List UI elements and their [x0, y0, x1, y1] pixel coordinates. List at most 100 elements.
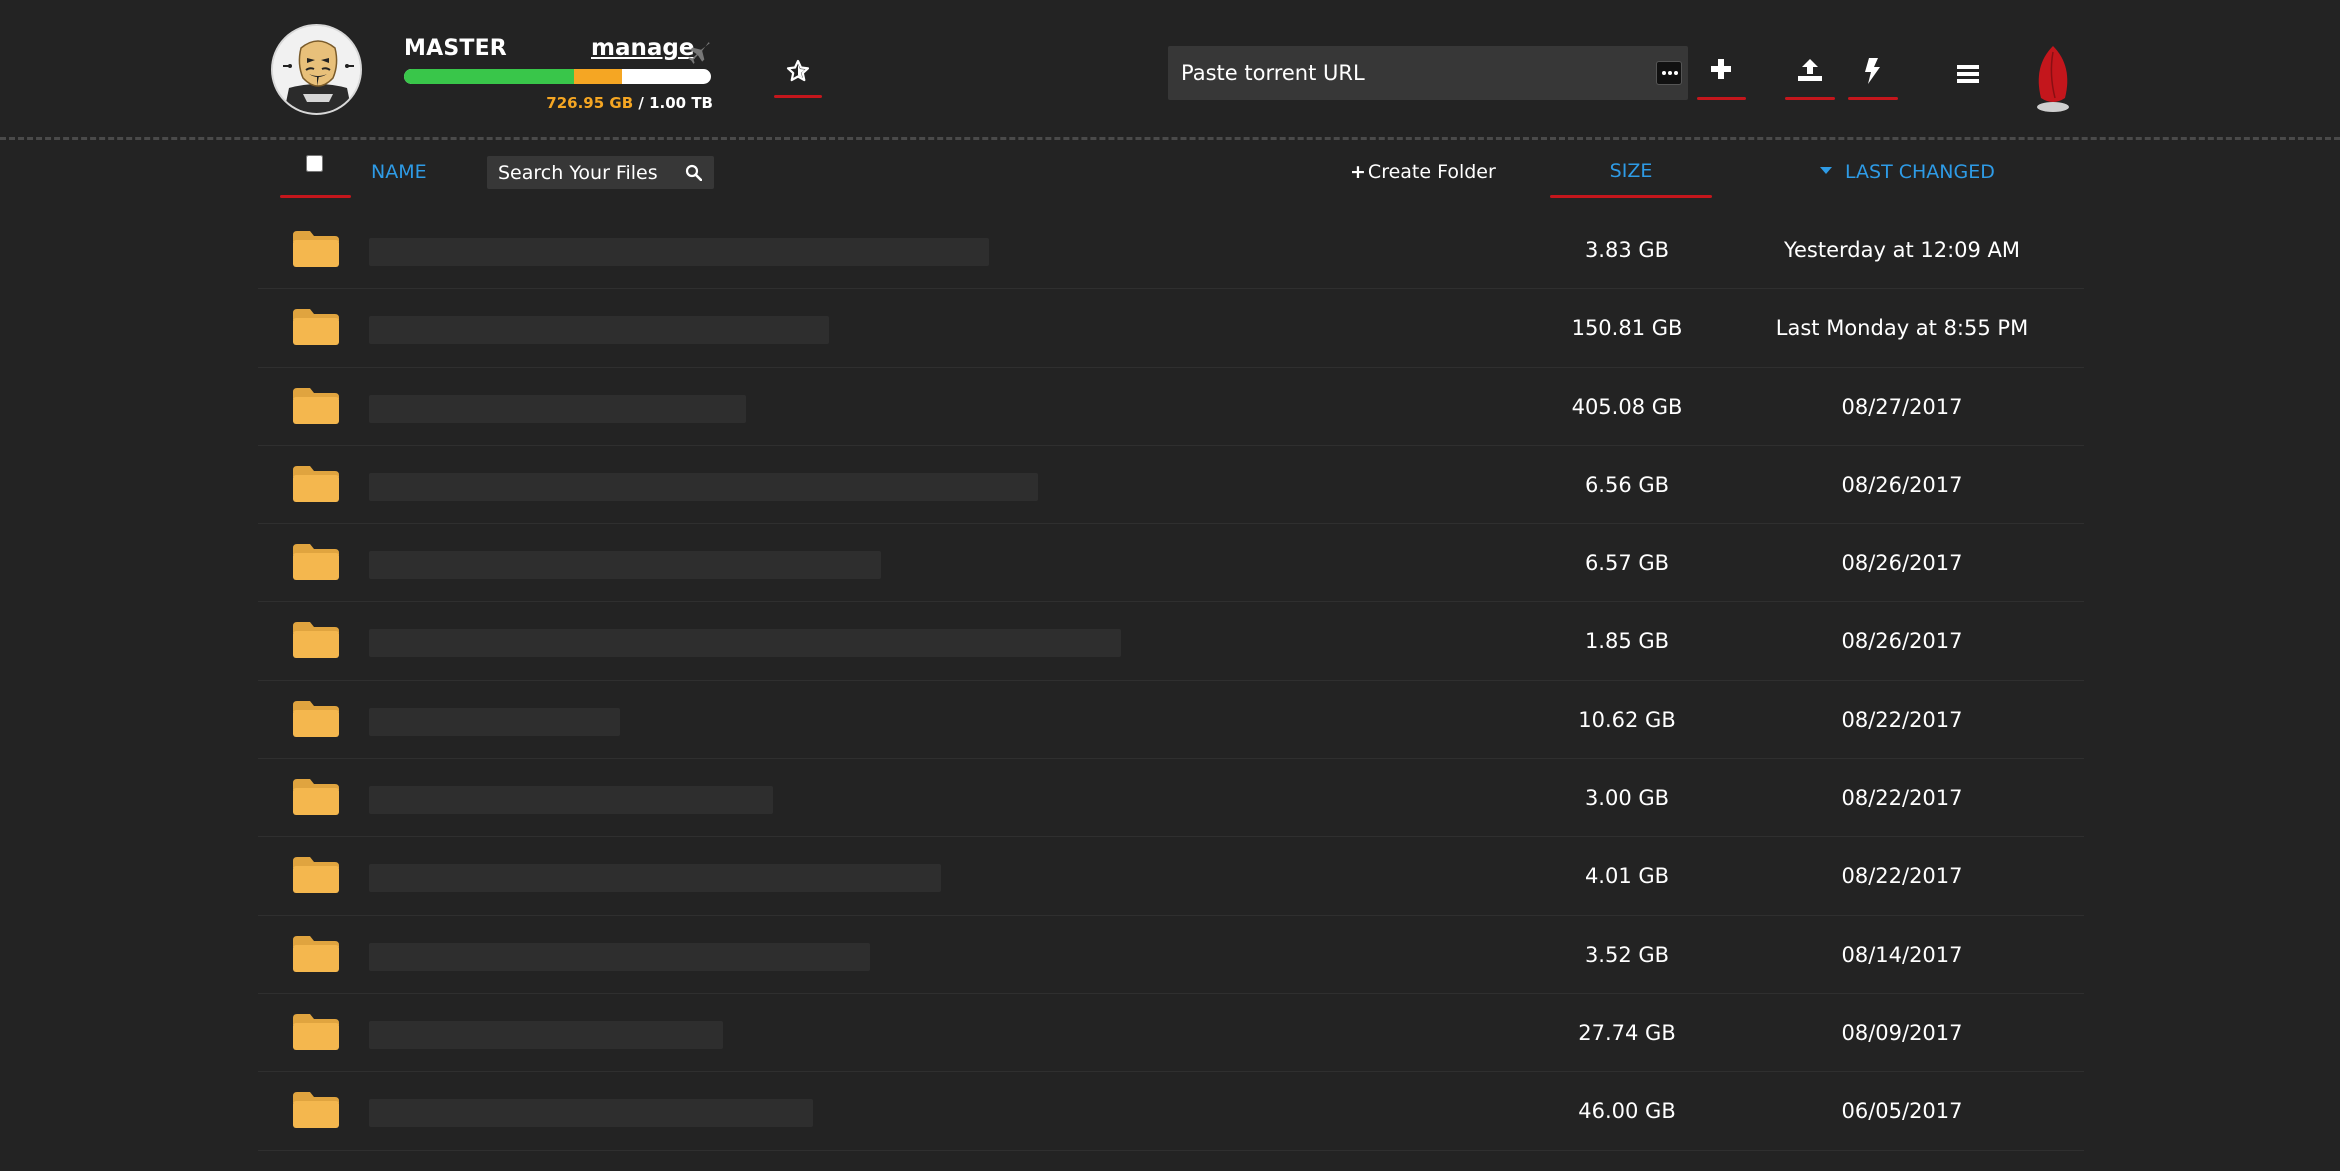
folder-icon	[293, 935, 339, 972]
top-header: MASTER manage 726.95 GB / 1.00 TB	[0, 0, 2340, 138]
folder-icon	[293, 544, 339, 581]
storage-quota-text: 726.95 GB / 1.00 TB	[404, 94, 713, 112]
quota-separator: /	[638, 94, 644, 112]
folder-icon	[293, 1092, 339, 1129]
upload-icon	[1798, 59, 1822, 81]
redacted-file-name[interactable]	[369, 942, 870, 971]
folder-icon	[293, 700, 339, 737]
file-row[interactable]: 3.52 GB 08/14/2017	[258, 916, 2084, 994]
quota-total: 1.00 TB	[649, 94, 713, 112]
plus-icon	[1711, 59, 1731, 79]
quota-used: 726.95 GB	[546, 94, 634, 112]
redacted-file-name[interactable]	[369, 864, 941, 893]
redacted-file-name[interactable]	[369, 1020, 723, 1049]
file-row[interactable]: 6.56 GB 08/26/2017	[258, 446, 2084, 525]
file-row[interactable]: 4.01 GB 08/22/2017	[258, 837, 2084, 916]
size-column-label: SIZE	[1609, 160, 1653, 182]
file-size: 3.83 GB	[1584, 238, 1670, 262]
select-all-checkbox[interactable]	[306, 155, 323, 172]
file-last-changed: 08/22/2017	[1841, 864, 1963, 889]
plus-icon: +	[1350, 161, 1366, 183]
add-torrent-button[interactable]	[1697, 46, 1746, 100]
file-row[interactable]: 3.83 GB Yesterday at 12:09 AM	[258, 211, 2084, 290]
file-last-changed: Yesterday at 12:09 AM	[1783, 238, 2021, 262]
file-last-changed: 08/22/2017	[1841, 707, 1963, 732]
file-search-box	[487, 156, 714, 189]
redacted-file-name[interactable]	[369, 1099, 813, 1128]
star-icon	[786, 59, 810, 82]
redacted-file-name[interactable]	[369, 394, 746, 423]
file-size: 3.00 GB	[1584, 786, 1670, 811]
folder-icon	[293, 622, 339, 659]
torrent-url-box	[1168, 46, 1688, 100]
file-row[interactable]: 46.00 GB 06/05/2017	[258, 1072, 2084, 1151]
quota-bar-green-segment	[404, 69, 574, 84]
file-size: 405.08 GB	[1571, 394, 1683, 419]
storage-quota-bar	[404, 69, 711, 84]
quota-bar-orange-segment	[573, 69, 622, 84]
create-folder-label: Create Folder	[1367, 161, 1496, 183]
select-all-cell	[280, 148, 351, 198]
file-size: 10.62 GB	[1578, 707, 1676, 732]
redacted-file-name[interactable]	[369, 238, 989, 266]
redacted-file-name[interactable]	[369, 786, 773, 815]
upload-button[interactable]	[1785, 46, 1835, 100]
file-size: 150.81 GB	[1571, 316, 1683, 341]
sort-by-name[interactable]: NAME	[371, 161, 427, 183]
file-size: 6.56 GB	[1584, 472, 1670, 497]
redacted-file-name[interactable]	[369, 551, 881, 580]
file-row[interactable]: 3.00 GB 08/22/2017	[258, 759, 2084, 838]
account-name: MASTER	[404, 36, 507, 61]
file-list: 3.83 GB Yesterday at 12:09 AM 150.81 GB Las…	[258, 211, 2084, 1151]
file-row[interactable]: 27.74 GB 08/09/2017	[258, 994, 2084, 1073]
more-dots-icon[interactable]	[1656, 61, 1682, 85]
redacted-file-name[interactable]	[369, 629, 1121, 658]
file-last-changed: 08/14/2017	[1841, 942, 1963, 967]
hamburger-menu-icon	[1957, 65, 1979, 83]
folder-icon	[293, 857, 339, 894]
search-icon[interactable]	[685, 164, 702, 181]
file-last-changed: 08/26/2017	[1841, 551, 1963, 576]
file-row[interactable]: 6.57 GB 08/26/2017	[258, 524, 2084, 603]
file-last-changed: 08/22/2017	[1841, 786, 1963, 811]
file-row[interactable]: 405.08 GB 08/27/2017	[258, 368, 2084, 446]
last-changed-column-label: LAST CHANGED	[1845, 161, 1995, 183]
plane-icon[interactable]	[687, 40, 713, 66]
folder-icon	[293, 1013, 339, 1050]
file-last-changed: 08/27/2017	[1841, 394, 1963, 419]
file-last-changed: 08/26/2017	[1841, 629, 1963, 654]
file-size: 4.01 GB	[1584, 864, 1670, 889]
header-divider	[0, 137, 2340, 140]
file-size: 3.52 GB	[1584, 942, 1670, 967]
redacted-file-name[interactable]	[369, 472, 1038, 501]
user-avatar[interactable]	[271, 24, 362, 115]
manage-link[interactable]: manage	[591, 35, 694, 61]
file-row[interactable]: 10.62 GB 08/22/2017	[258, 681, 2084, 760]
file-row[interactable]: 1.85 GB 08/26/2017	[258, 602, 2084, 681]
file-size: 46.00 GB	[1578, 1099, 1676, 1124]
favorites-button[interactable]	[774, 48, 822, 98]
folder-icon	[293, 387, 339, 424]
create-folder-button[interactable]: + Create Folder	[1350, 161, 1496, 183]
folder-icon	[293, 779, 339, 816]
sort-caret-down-icon	[1820, 167, 1832, 174]
file-size: 6.57 GB	[1584, 551, 1670, 576]
folder-icon	[293, 465, 339, 502]
redacted-file-name[interactable]	[369, 707, 620, 736]
file-last-changed: 08/26/2017	[1841, 472, 1963, 497]
sort-by-size[interactable]: SIZE	[1550, 148, 1712, 198]
file-last-changed: 08/09/2017	[1841, 1020, 1963, 1045]
torrent-url-input[interactable]	[1168, 46, 1638, 100]
file-search-input[interactable]	[487, 156, 677, 189]
main-menu-button[interactable]	[1950, 46, 1990, 100]
red-leaf-logo[interactable]	[2031, 44, 2075, 114]
sort-by-last-changed[interactable]: LAST CHANGED	[1820, 161, 1995, 183]
redacted-file-name[interactable]	[369, 316, 829, 345]
bolt-button[interactable]	[1848, 46, 1898, 100]
folder-icon	[293, 231, 339, 267]
file-last-changed: 06/05/2017	[1841, 1099, 1963, 1124]
file-size: 27.74 GB	[1578, 1020, 1676, 1045]
file-list-header: NAME +Create Folder SIZE LAST CHANGED	[258, 148, 2084, 200]
file-row[interactable]: 150.81 GB Last Monday at 8:55 PM	[258, 289, 2084, 368]
guy-fawkes-mask-icon	[273, 26, 360, 113]
